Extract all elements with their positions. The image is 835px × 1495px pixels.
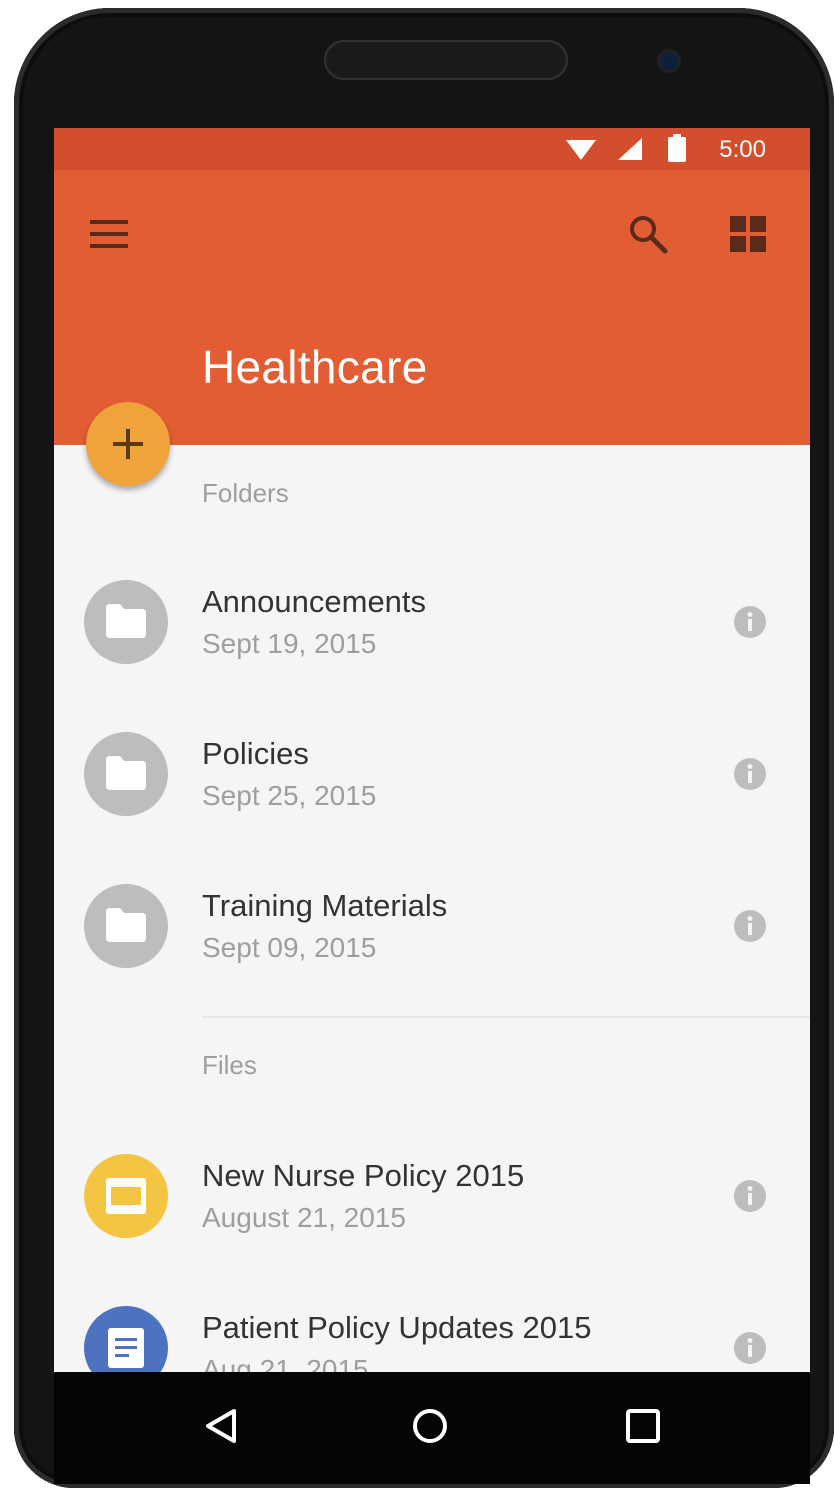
file-date: Aug 21, 2015 bbox=[202, 1354, 369, 1372]
status-time: 5:00 bbox=[719, 136, 766, 163]
file-name: Patient Policy Updates 2015 bbox=[202, 1310, 592, 1345]
status-bar: 5:00 bbox=[54, 128, 810, 170]
folder-row-policies[interactable]: Policies Sept 25, 2015 bbox=[54, 708, 810, 848]
cellular-signal-icon bbox=[618, 138, 642, 160]
page-title: Healthcare bbox=[202, 341, 428, 393]
app-screen: 5:00 Healthcare Folders Announcements Se… bbox=[54, 128, 810, 1372]
section-divider bbox=[202, 1016, 810, 1018]
folders-section-header: Folders bbox=[202, 478, 289, 508]
folder-row-announcements[interactable]: Announcements Sept 19, 2015 bbox=[54, 556, 810, 696]
plus-icon bbox=[113, 429, 143, 459]
document-icon bbox=[108, 1328, 144, 1368]
file-row-patient-policy-updates[interactable]: Patient Policy Updates 2015 Aug 21, 2015 bbox=[54, 1282, 810, 1372]
folder-avatar bbox=[84, 884, 168, 968]
app-bar: Healthcare bbox=[54, 170, 810, 445]
file-row-new-nurse-policy[interactable]: New Nurse Policy 2015 August 21, 2015 bbox=[54, 1130, 810, 1270]
folder-icon bbox=[106, 604, 146, 638]
files-section-header: Files bbox=[202, 1050, 257, 1080]
slides-icon bbox=[106, 1178, 146, 1214]
folder-date: Sept 09, 2015 bbox=[202, 932, 377, 963]
file-avatar bbox=[84, 1306, 168, 1372]
folder-name: Policies bbox=[202, 736, 309, 771]
info-icon[interactable] bbox=[734, 1332, 766, 1364]
file-avatar bbox=[84, 1154, 168, 1238]
back-icon[interactable] bbox=[204, 1408, 238, 1444]
folder-avatar bbox=[84, 732, 168, 816]
search-icon[interactable] bbox=[628, 214, 668, 254]
info-icon[interactable] bbox=[734, 606, 766, 638]
folder-icon bbox=[106, 908, 146, 942]
grid-view-icon[interactable] bbox=[730, 216, 766, 252]
wifi-icon bbox=[566, 140, 596, 160]
front-camera bbox=[660, 52, 678, 70]
system-navigation-bar bbox=[54, 1372, 810, 1484]
battery-icon bbox=[668, 134, 686, 162]
folder-name: Training Materials bbox=[202, 888, 448, 923]
file-date: August 21, 2015 bbox=[202, 1202, 406, 1233]
add-fab-button[interactable] bbox=[86, 402, 170, 486]
folder-icon bbox=[106, 756, 146, 790]
folder-date: Sept 25, 2015 bbox=[202, 780, 377, 811]
speaker-grille bbox=[324, 40, 568, 80]
home-icon[interactable] bbox=[412, 1408, 448, 1444]
folder-row-training-materials[interactable]: Training Materials Sept 09, 2015 bbox=[54, 860, 810, 1000]
info-icon[interactable] bbox=[734, 758, 766, 790]
folder-date: Sept 19, 2015 bbox=[202, 628, 377, 659]
folder-name: Announcements bbox=[202, 584, 427, 619]
info-icon[interactable] bbox=[734, 1180, 766, 1212]
file-name: New Nurse Policy 2015 bbox=[202, 1158, 525, 1193]
info-icon[interactable] bbox=[734, 910, 766, 942]
menu-icon[interactable] bbox=[90, 220, 128, 248]
recents-icon[interactable] bbox=[626, 1409, 660, 1443]
folder-avatar bbox=[84, 580, 168, 664]
